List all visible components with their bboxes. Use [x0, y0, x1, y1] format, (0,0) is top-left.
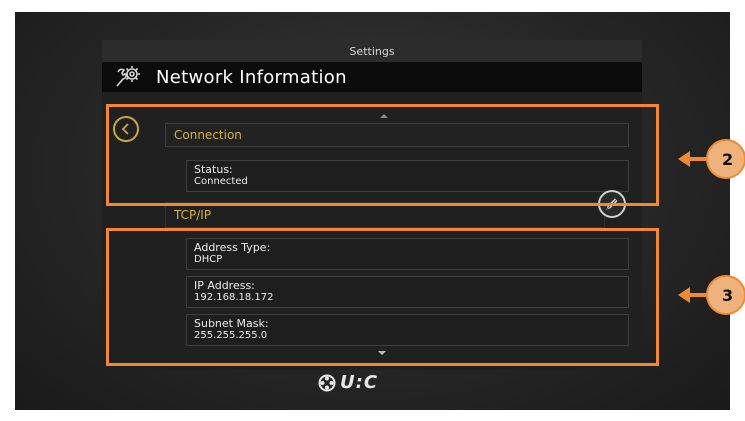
settings-title: Settings — [349, 44, 395, 58]
callout-badge-3: 3 — [706, 275, 745, 315]
urc-logo-text: U:C — [340, 372, 379, 393]
page-title-bar: Network Information — [102, 62, 642, 92]
callout-arrow-2 — [688, 157, 708, 161]
settings-gears-icon — [116, 66, 140, 87]
tcpip-highlight-box — [106, 228, 659, 366]
callout-arrow-3 — [688, 293, 708, 297]
settings-header: Settings — [102, 40, 642, 62]
tcpip-section-label: TCP/IP — [174, 208, 212, 222]
urc-logo: U:C — [318, 372, 378, 393]
callout-badge-2: 2 — [706, 139, 745, 179]
page-title: Network Information — [156, 66, 347, 88]
urc-logo-mark-icon — [318, 374, 336, 391]
connection-highlight-box — [106, 104, 659, 206]
